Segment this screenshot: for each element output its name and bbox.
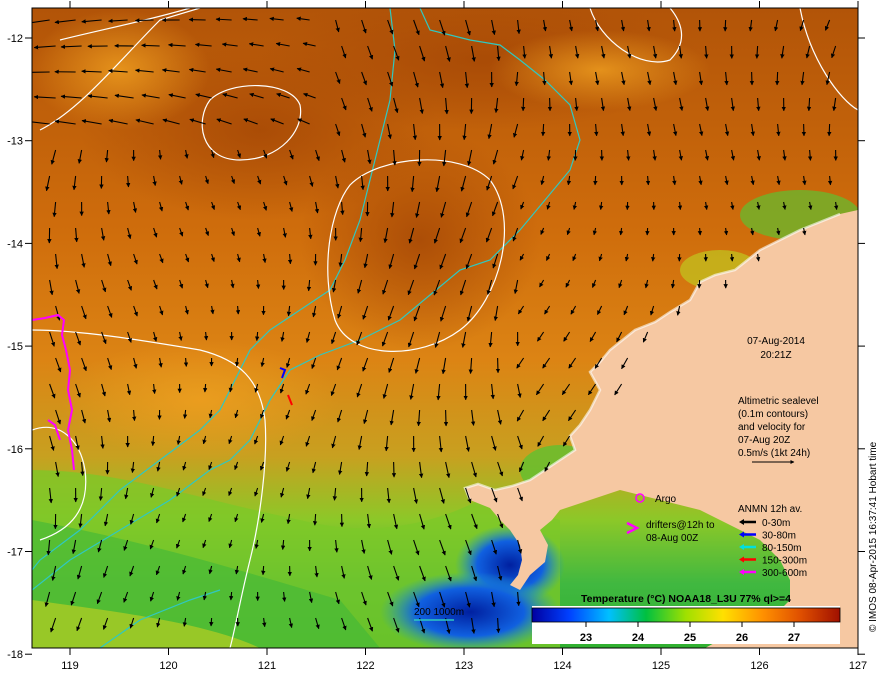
anmn-item-label: 0-30m xyxy=(762,518,790,529)
svg-text:(0.1m contours): (0.1m contours) xyxy=(738,409,808,420)
x-tick-label: 119 xyxy=(61,660,79,672)
x-tick-label: 123 xyxy=(455,660,473,672)
credit-text: © IMOS 08-Apr-2015 16:37:41 Hobart time xyxy=(868,441,879,632)
svg-text:ANMN 12h av.: ANMN 12h av. xyxy=(738,504,802,515)
y-tick-label: -18 xyxy=(7,649,23,661)
velocity-arrow xyxy=(697,227,703,236)
sst-field xyxy=(32,8,858,648)
x-tick-label: 124 xyxy=(553,660,571,672)
x-tick-label: 125 xyxy=(652,660,670,672)
svg-text:and velocity for: and velocity for xyxy=(738,422,806,433)
y-tick-label: -17 xyxy=(7,547,23,559)
velocity-arrow xyxy=(134,18,154,23)
velocity-arrow xyxy=(183,357,189,367)
y-tick-label: -15 xyxy=(7,341,23,353)
x-tick-label: 126 xyxy=(750,660,768,672)
anmn-item-label: 80-150m xyxy=(762,543,801,554)
colorbar-tick-label: 23 xyxy=(580,632,592,644)
colorbar-tick-label: 25 xyxy=(684,632,696,644)
sst-map: 119 120 121 122 123 124 125 126 127 -12 -13 -14 -15… xyxy=(7,1,879,672)
velocity-arrow xyxy=(677,201,683,211)
velocity-arrow xyxy=(521,97,526,112)
x-tick-label: 121 xyxy=(258,660,276,672)
velocity-arrow xyxy=(229,591,234,601)
isobath-label: 200 1000m xyxy=(414,607,464,618)
velocity-arrow xyxy=(261,565,266,576)
colorbar-title: Temperature (°C) NOAA18_L3U 77% ql>=4 xyxy=(581,593,791,605)
colorbar-tick-label: 26 xyxy=(736,632,748,644)
argo-label: Argo xyxy=(655,494,677,505)
drifters-label-line2: 08-Aug 00Z xyxy=(646,533,698,544)
anmn-item-label: 30-80m xyxy=(762,531,796,542)
velocity-arrow xyxy=(141,43,160,48)
x-tick-label: 127 xyxy=(849,660,867,672)
x-tick-label: 120 xyxy=(159,660,177,672)
y-tick-label: -12 xyxy=(7,33,23,45)
velocity-arrow xyxy=(775,71,780,86)
y-tick-label: -14 xyxy=(7,238,23,250)
drifters-label-line1: drifters@12h to xyxy=(646,520,715,531)
anmn-item-label: 150-300m xyxy=(762,556,807,567)
svg-text:Altimetric sealevel: Altimetric sealevel xyxy=(738,396,819,407)
velocity-arrow xyxy=(203,383,208,393)
y-tick-label: -16 xyxy=(7,444,23,456)
colorbar-tick-label: 24 xyxy=(632,632,645,644)
colorbar-tick-label: 27 xyxy=(788,632,800,644)
velocity-arrow xyxy=(540,123,546,137)
velocity-arrow xyxy=(593,175,598,186)
svg-text:07-Aug 20Z: 07-Aug 20Z xyxy=(738,435,790,446)
velocity-arrow xyxy=(729,253,735,262)
y-tick-label: -13 xyxy=(7,136,23,148)
velocity-arrow xyxy=(827,123,832,137)
map-date: 07-Aug-2014 xyxy=(747,336,805,347)
svg-text:0.5m/s (1kt 24h): 0.5m/s (1kt 24h) xyxy=(738,448,810,459)
x-tick-label: 122 xyxy=(356,660,374,672)
anmn-item-label: 300-600m xyxy=(762,568,807,579)
map-time: 20:21Z xyxy=(760,350,791,361)
velocity-arrow xyxy=(235,305,241,315)
velocity-arrow xyxy=(754,45,760,59)
velocity-arrow xyxy=(645,175,651,186)
velocity-arrow xyxy=(209,617,214,627)
